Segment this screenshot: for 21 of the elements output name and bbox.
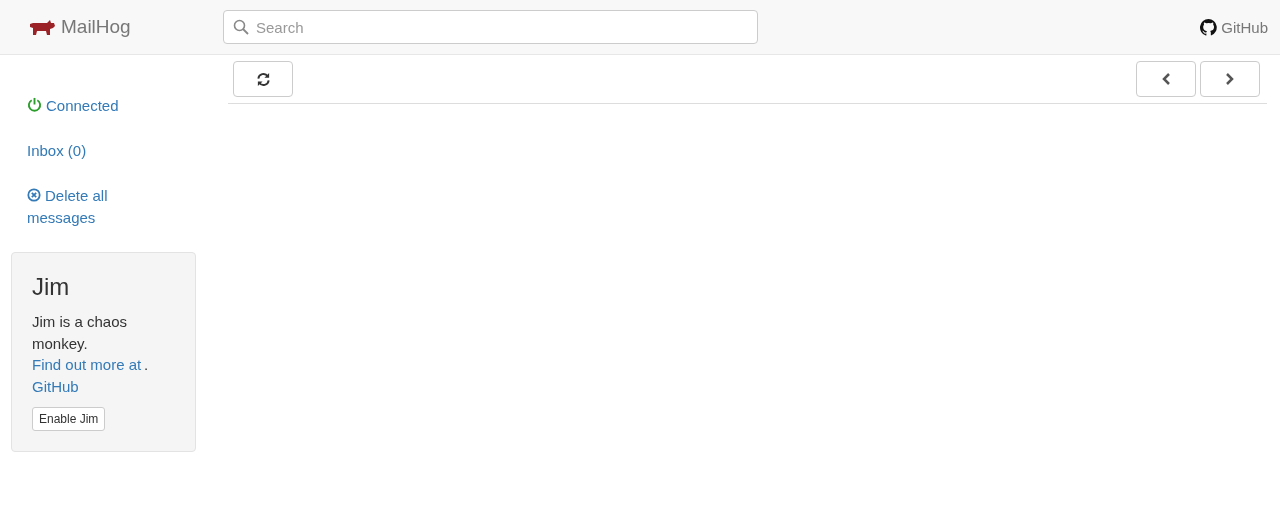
search-field[interactable]: Search [223, 10, 758, 44]
github-link[interactable]: Find out more at GitHub [32, 354, 144, 397]
panel-description: Jim is a chaos monkey. Find out more at GitHub . [32, 312, 150, 397]
next-button[interactable] [1200, 61, 1260, 97]
search-icon [233, 19, 249, 35]
chevron-right-icon [1225, 73, 1235, 85]
brand-name[interactable]: MailHog [61, 16, 131, 38]
previous-button[interactable] [1136, 61, 1196, 97]
enable-jim-button[interactable]: Enable Jim [32, 407, 106, 431]
refresh-button[interactable] [233, 61, 293, 97]
github-link[interactable]: GitHub [1200, 18, 1268, 36]
close-icon [27, 188, 41, 202]
connection-status[interactable]: Connected [27, 95, 137, 117]
delete-all-link[interactable]: Delete all messages [27, 185, 137, 229]
power-icon [27, 97, 42, 112]
refresh-icon [255, 71, 271, 87]
chevron-left-icon [1161, 73, 1171, 85]
pig-icon [28, 19, 55, 35]
inbox-link[interactable]: Inbox (0) [27, 140, 137, 162]
octocat-icon [1200, 18, 1218, 36]
panel-title: Jim [32, 273, 71, 301]
